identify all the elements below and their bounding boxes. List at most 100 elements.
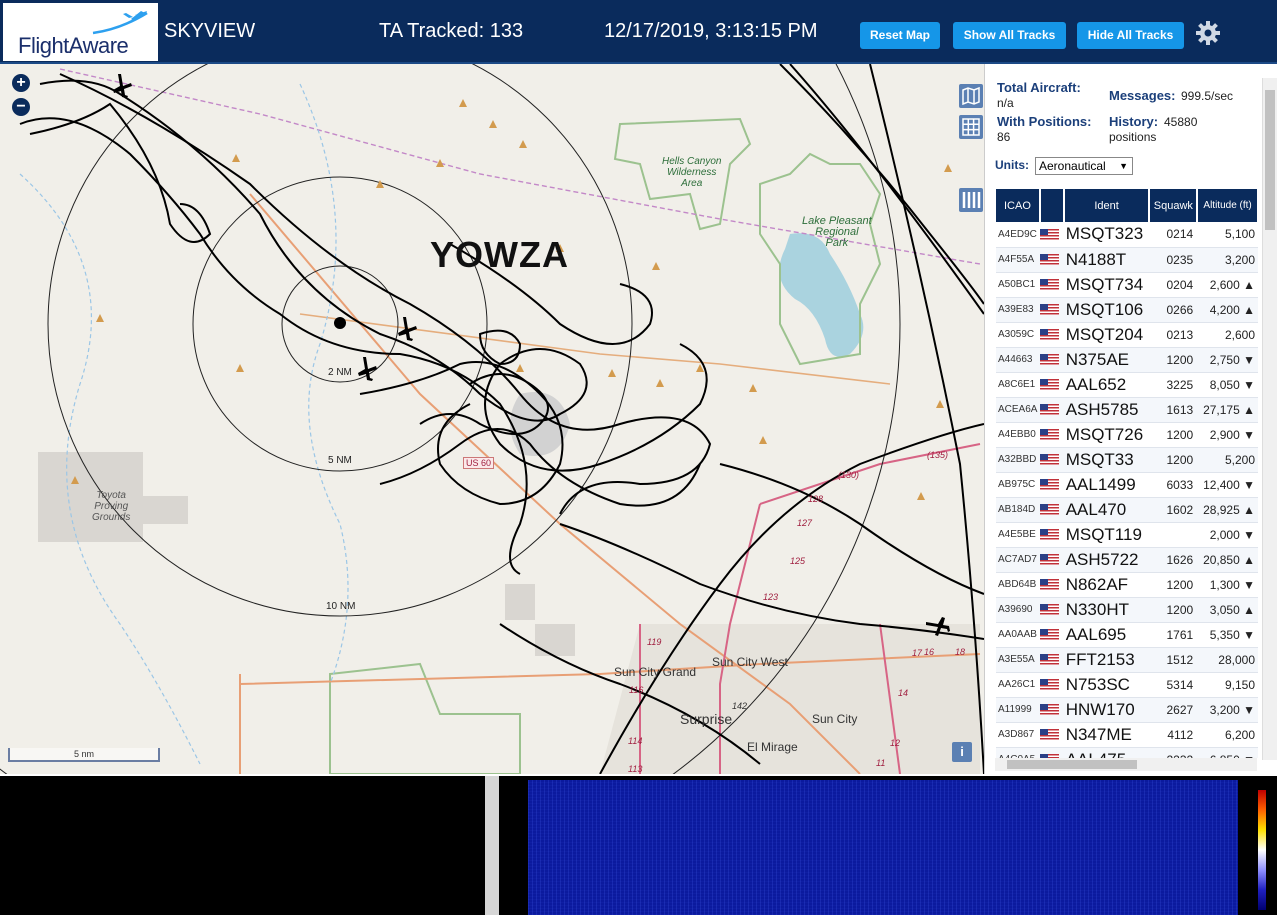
icao-cell: A11999 [996, 697, 1040, 723]
squawk-cell: 0213 [1149, 322, 1198, 348]
table-row[interactable]: A39E83 MSQT106 0266 4,200 ▲ [996, 297, 1258, 323]
units-label: Units: [995, 158, 1029, 172]
altitude-trend-icon: ▼ [1243, 377, 1255, 392]
altitude-value: 5,200 [1224, 452, 1255, 467]
history-label: History: [1109, 114, 1159, 129]
table-row[interactable]: AB184D AAL470 1602 28,925 ▲ [996, 497, 1258, 523]
icao-cell: A44663 [996, 347, 1040, 373]
column-header-altitude[interactable]: Altitude (ft) [1197, 189, 1259, 222]
icao-cell: AC7AD7 [996, 547, 1040, 573]
table-row[interactable]: AB975C AAL1499 6033 12,400 ▼ [996, 472, 1258, 498]
table-row[interactable]: A8C6E1 AAL652 3225 8,050 ▼ [996, 372, 1258, 398]
aircraft-sidebar: Total Aircraft: n/a Messages: 999.5/sec … [984, 64, 1277, 774]
flag-cell [1039, 722, 1064, 748]
zoom-out-button[interactable]: − [12, 98, 30, 116]
highway-label: (130) [838, 470, 860, 480]
altitude-value: 2,900 [1209, 427, 1240, 442]
app-name: SKYVIEW [164, 20, 256, 42]
place-sun-city: Sun City [812, 712, 858, 726]
altitude-cell: 5,200 [1197, 447, 1258, 473]
highway-label: (135) [927, 450, 949, 460]
map-layers-button[interactable] [959, 84, 983, 108]
plane-icon[interactable] [113, 74, 950, 636]
flag-cell [1039, 472, 1064, 498]
sidebar-vertical-scrollbar[interactable] [1262, 78, 1277, 760]
altitude-value: 2,000 [1209, 527, 1240, 542]
squawk-cell: 1200 [1149, 347, 1198, 373]
column-header-ident[interactable]: Ident [1063, 189, 1151, 222]
altitude-value: 8,050 [1209, 377, 1240, 392]
flag-cell [1039, 422, 1064, 448]
altitude-trend-icon: ▲ [1243, 602, 1255, 617]
hide-all-tracks-button[interactable]: Hide All Tracks [1077, 22, 1184, 49]
table-row[interactable]: A3059C MSQT204 0213 2,600 [996, 322, 1258, 348]
altitude-value: 28,000 [1218, 652, 1255, 667]
flag-cell [1039, 497, 1064, 523]
table-row[interactable]: ACEA6A ASH5785 1613 27,175 ▲ [996, 397, 1258, 423]
grid-toggle-button[interactable] [959, 115, 983, 139]
aircraft-table-container[interactable]: ICAO Ident Squawk Altitude (ft) A4ED9C MS… [996, 189, 1259, 761]
waterfall-colorbar [1258, 790, 1266, 910]
icao-cell: A3D867 [996, 722, 1040, 748]
ident-cell: HNW170 [1063, 697, 1150, 723]
altitude-value: 28,925 [1203, 502, 1240, 517]
icao-cell: AA0AAB [996, 622, 1040, 648]
squawk-cell: 1761 [1149, 622, 1198, 648]
flag-cell [1039, 647, 1064, 673]
table-row[interactable]: AA0AAB AAL695 1761 5,350 ▼ [996, 622, 1258, 648]
table-row[interactable]: A50BC1 MSQT734 0204 2,600 ▲ [996, 272, 1258, 298]
highway-label: 18 [955, 647, 966, 657]
column-select-button[interactable] [959, 188, 983, 212]
table-header-row: ICAO Ident Squawk Altitude (ft) [996, 189, 1259, 222]
us-flag-icon [1039, 728, 1059, 740]
show-all-tracks-button[interactable]: Show All Tracks [953, 22, 1066, 49]
highway-label: 127 [797, 518, 813, 528]
altitude-value: 2,600 [1224, 327, 1255, 342]
scrollbar-thumb[interactable] [1007, 760, 1137, 769]
altitude-trend-icon: ▲ [1243, 302, 1255, 317]
flightaware-logo[interactable]: FlightAware [3, 3, 158, 61]
reset-map-button[interactable]: Reset Map [860, 22, 940, 49]
ident-cell: N862AF [1063, 572, 1150, 598]
gear-icon[interactable] [1195, 20, 1221, 46]
panel-divider[interactable] [485, 776, 499, 915]
table-row[interactable]: A4F55A N4188T 0235 3,200 [996, 247, 1258, 273]
scrollbar-thumb[interactable] [1265, 90, 1275, 230]
altitude-value: 6,200 [1224, 727, 1255, 742]
table-row[interactable]: A11999 HNW170 2627 3,200 ▼ [996, 697, 1258, 723]
bottom-panels [0, 776, 1277, 915]
ident-cell: AAL695 [1063, 622, 1150, 648]
flag-cell [1039, 572, 1064, 598]
column-header-squawk[interactable]: Squawk [1149, 189, 1199, 222]
table-row[interactable]: ABD64B N862AF 1200 1,300 ▼ [996, 572, 1258, 598]
aircraft-map[interactable]: + − YOWZA 2 NM 5 NM 10 NM Hells Canyon W… [0, 64, 984, 774]
table-row[interactable]: A39690 N330HT 1200 3,050 ▲ [996, 597, 1258, 623]
highway-label: 125 [790, 556, 806, 566]
flag-cell [1039, 697, 1064, 723]
table-row[interactable]: A4E5BE MSQT119 2,000 ▼ [996, 522, 1258, 548]
column-header-flag[interactable] [1039, 189, 1065, 222]
squawk-cell: 4112 [1149, 722, 1198, 748]
icao-cell: A3059C [996, 322, 1040, 348]
table-row[interactable]: A4ED9C MSQT323 0214 5,100 [996, 222, 1258, 248]
info-button[interactable]: i [952, 742, 972, 762]
altitude-value: 5,100 [1224, 227, 1255, 242]
table-row[interactable]: AC7AD7 ASH5722 1626 20,850 ▲ [996, 547, 1258, 573]
place-sun-city-grand: Sun City Grand [614, 665, 697, 679]
table-row[interactable]: AA26C1 N753SC 5314 9,150 [996, 672, 1258, 698]
units-select[interactable]: Aeronautical ▼ [1035, 157, 1133, 175]
table-row[interactable]: A3E55A FFT2153 1512 28,000 [996, 647, 1258, 673]
altitude-value: 3,050 [1209, 602, 1240, 617]
altitude-cell: 27,175 ▲ [1197, 397, 1258, 423]
table-horizontal-scrollbar[interactable] [995, 758, 1257, 771]
zoom-in-button[interactable]: + [12, 74, 30, 92]
squawk-cell: 0235 [1149, 247, 1198, 273]
table-row[interactable]: A32BBD MSQT33 1200 5,200 [996, 447, 1258, 473]
table-row[interactable]: A3D867 N347ME 4112 6,200 [996, 722, 1258, 748]
place-surprise: Surprise [680, 711, 733, 727]
column-header-icao[interactable]: ICAO [996, 189, 1041, 222]
squawk-cell: 1602 [1149, 497, 1198, 523]
table-row[interactable]: A44663 N375AE 1200 2,750 ▼ [996, 347, 1258, 373]
us-flag-icon [1039, 378, 1059, 390]
table-row[interactable]: A4EBB0 MSQT726 1200 2,900 ▼ [996, 422, 1258, 448]
